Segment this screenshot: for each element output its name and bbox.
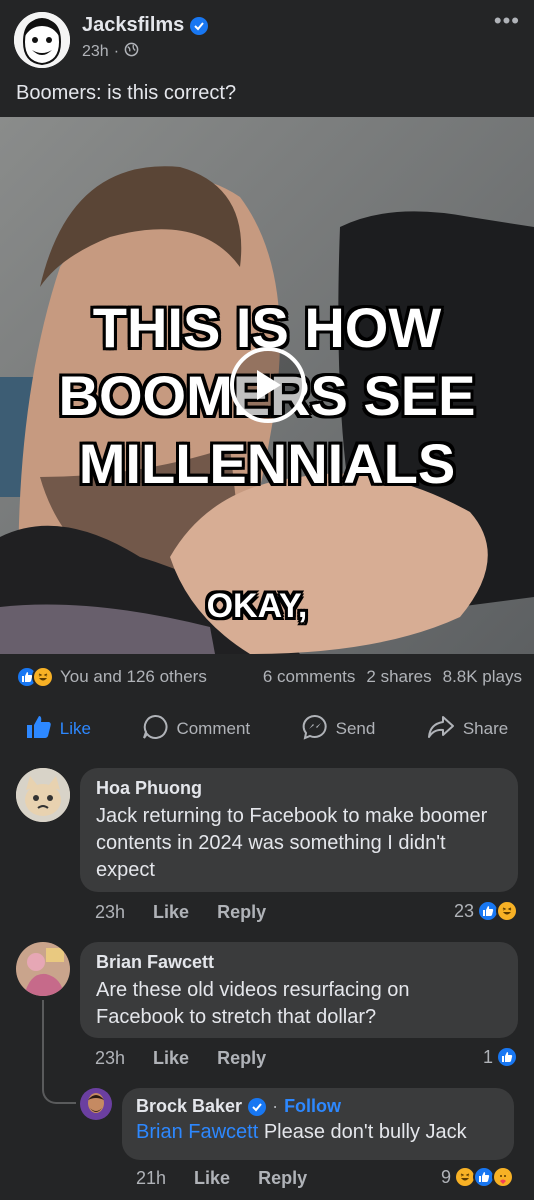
reaction-summary-icons[interactable]	[16, 666, 54, 688]
reply-text-body: Please don't bully Jack	[258, 1121, 467, 1143]
replier-name[interactable]: Brock Baker	[136, 1096, 242, 1117]
share-button[interactable]: Share	[427, 715, 508, 744]
reply-time[interactable]: 21h	[136, 1168, 166, 1189]
post-action-bar: Like Comment Send Share	[0, 706, 534, 752]
commenter-name[interactable]: Hoa Phuong	[96, 778, 502, 799]
like-button-label: Like	[59, 719, 91, 738]
reply-like-button[interactable]: Like	[194, 1168, 230, 1189]
video-overlay-line-3: MILLENNIALS	[78, 432, 456, 495]
comment-time[interactable]: 23h	[95, 1048, 125, 1069]
comment-meta: 23h Like Reply	[95, 1048, 266, 1069]
messenger-icon	[302, 714, 328, 745]
comment-button[interactable]: Comment	[142, 714, 250, 745]
reply-bubble[interactable]: Brock Baker · Follow Brian Fawcett Pleas…	[122, 1088, 514, 1160]
video-subtitle: OKAY,	[206, 587, 308, 625]
more-options-icon[interactable]: •••	[494, 8, 520, 34]
comment-meta: 23h Like Reply	[95, 902, 266, 923]
comment-bubble[interactable]: Hoa Phuong Jack returning to Facebook to…	[80, 768, 518, 892]
commenter-name[interactable]: Brian Fawcett	[96, 952, 502, 973]
post-time[interactable]: 23h	[82, 43, 109, 61]
shares-count[interactable]: 2 shares	[366, 667, 431, 687]
comment-reaction-count: 23	[453, 900, 474, 921]
comment-reply-button[interactable]: Reply	[217, 1048, 266, 1069]
play-button-icon[interactable]	[230, 347, 306, 423]
comment-button-label: Comment	[176, 719, 251, 738]
share-button-label: Share	[462, 719, 509, 738]
reply-meta: 21h Like Reply	[136, 1168, 307, 1189]
comment-reactions[interactable]: 23	[454, 900, 518, 922]
globe-icon	[124, 42, 139, 62]
video-player[interactable]: THIS IS HOW BOOMERS SEE MILLENNIALS OKAY…	[0, 117, 534, 654]
send-button[interactable]: Send	[302, 714, 376, 745]
commenter-avatar[interactable]	[16, 942, 70, 996]
thumbs-up-icon	[26, 715, 52, 744]
comment-text: Are these old videos resurfacing on Face…	[96, 979, 410, 1028]
verified-badge-icon	[248, 1097, 267, 1116]
comment-reply-button[interactable]: Reply	[217, 902, 266, 923]
comment-time[interactable]: 23h	[95, 902, 125, 923]
reply-text: Brian Fawcett Please don't bully Jack	[136, 1119, 500, 1146]
send-button-label: Send	[335, 719, 376, 738]
comment-like-button[interactable]: Like	[153, 1048, 189, 1069]
comments-count[interactable]: 6 comments	[263, 667, 356, 687]
like-button[interactable]: Like	[26, 715, 91, 744]
reply-header: Brock Baker · Follow	[136, 1096, 500, 1117]
page-avatar[interactable]	[14, 12, 70, 68]
haha-reaction-icon	[496, 900, 518, 922]
reply-separator: ·	[272, 1096, 279, 1116]
post-stats: You and 126 others 6 comments 2 shares 8…	[16, 666, 522, 688]
post-caption: Boomers: is this correct?	[16, 82, 237, 104]
reply-reply-button[interactable]: Reply	[258, 1168, 307, 1189]
comment-like-button[interactable]: Like	[153, 902, 189, 923]
care-reaction-icon	[492, 1166, 514, 1188]
meta-separator: ·	[113, 43, 120, 60]
replier-avatar[interactable]	[80, 1088, 112, 1120]
comment-text: Jack returning to Facebook to make boome…	[96, 805, 488, 881]
mention-link[interactable]: Brian Fawcett	[136, 1121, 258, 1143]
page-name[interactable]: Jacksfilms	[82, 14, 209, 37]
reactions-text[interactable]: You and 126 others	[60, 667, 207, 687]
plays-count: 8.8K plays	[442, 667, 522, 686]
reply-reactions[interactable]: 9	[441, 1166, 514, 1188]
comment-reaction-count: 1	[482, 1046, 493, 1067]
comment-icon	[142, 714, 168, 745]
comment-bubble[interactable]: Brian Fawcett Are these old videos resur…	[80, 942, 518, 1038]
haha-reaction-icon	[32, 666, 54, 688]
post-meta: 23h ·	[82, 42, 139, 62]
comment-reactions[interactable]: 1	[483, 1046, 518, 1068]
share-arrow-icon	[427, 715, 455, 744]
commenter-avatar[interactable]	[16, 768, 70, 822]
like-reaction-icon	[496, 1046, 518, 1068]
follow-button[interactable]: Follow	[284, 1096, 341, 1117]
verified-badge-icon	[190, 16, 209, 35]
reply-thread-line	[42, 1000, 76, 1104]
reply-reaction-count: 9	[440, 1166, 451, 1187]
page-name-label[interactable]: Jacksfilms	[82, 14, 184, 37]
